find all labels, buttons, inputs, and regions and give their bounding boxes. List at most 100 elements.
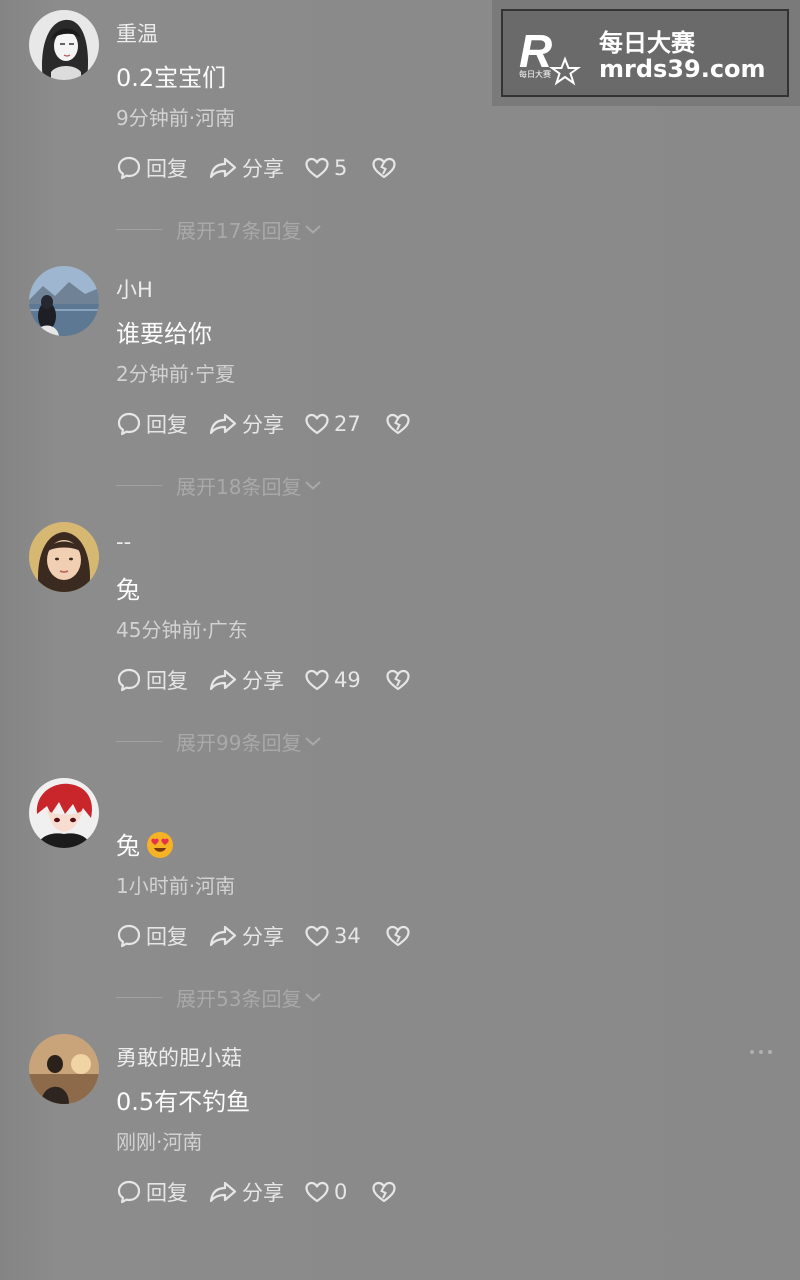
broken-heart-icon <box>372 1181 396 1203</box>
divider-line <box>116 484 162 486</box>
dislike-button[interactable] <box>385 924 415 948</box>
avatar[interactable] <box>29 1034 99 1104</box>
like-count: 27 <box>334 412 361 436</box>
comment-meta: 9分钟前·河南 <box>116 106 236 130</box>
reply-button[interactable]: 回复 <box>116 409 188 439</box>
like-button[interactable]: 5 <box>304 156 347 180</box>
share-button[interactable]: 分享 <box>208 665 284 695</box>
broken-heart-icon <box>386 413 410 435</box>
heart-icon <box>305 1181 329 1203</box>
like-button[interactable]: 0 <box>304 1180 347 1204</box>
dislike-button[interactable] <box>371 1180 401 1204</box>
like-count: 34 <box>334 924 361 948</box>
avatar-image-lake-photo <box>29 266 99 336</box>
action-bar: 回复 分享 27 <box>116 409 435 439</box>
chevron-down-icon <box>305 481 322 490</box>
watermark-banner: R 每日大赛 每日大赛 mrds39.com <box>492 0 800 106</box>
logo-subtext: 每日大赛 <box>519 69 551 79</box>
watermark-url: mrds39.com <box>599 55 766 83</box>
dislike-button[interactable] <box>371 156 401 180</box>
share-label: 分享 <box>242 413 284 437</box>
like-button[interactable]: 27 <box>304 412 361 436</box>
avatar-image-face-photo <box>29 522 99 592</box>
expand-replies-label: 展开99条回复 <box>176 730 302 755</box>
watermark-logo: R 每日大赛 <box>519 25 582 86</box>
action-bar: 回复 分享 0 <box>116 1177 421 1207</box>
chevron-down-icon <box>305 225 322 234</box>
like-button[interactable]: 49 <box>304 668 361 692</box>
reply-label: 回复 <box>146 925 188 949</box>
avatar-image-anime-boy <box>29 778 99 848</box>
comment-text: 0.5有不钓鱼 <box>116 1088 251 1116</box>
username[interactable]: 勇敢的胆小菇 <box>116 1042 242 1072</box>
dislike-button[interactable] <box>385 412 415 436</box>
comment-meta: 45分钟前·广东 <box>116 618 248 642</box>
comment-text: 兔 <box>116 576 140 604</box>
username[interactable]: 小H <box>116 274 153 304</box>
reply-button[interactable]: 回复 <box>116 153 188 183</box>
reply-label: 回复 <box>146 413 188 437</box>
heart-icon <box>305 669 329 691</box>
share-arrow-icon <box>209 157 237 179</box>
avatar-image-sunset-photo <box>29 1034 99 1104</box>
divider-line <box>116 228 162 230</box>
expand-replies-button[interactable]: 展开17条回复 <box>116 214 322 244</box>
expand-replies-button[interactable]: 展开53条回复 <box>116 982 322 1012</box>
share-button[interactable]: 分享 <box>208 1177 284 1207</box>
username[interactable]: -- <box>116 530 131 554</box>
divider-line <box>116 740 162 742</box>
share-label: 分享 <box>242 157 284 181</box>
comment-meta: 1小时前·河南 <box>116 874 236 898</box>
avatar[interactable] <box>29 266 99 336</box>
divider-line <box>116 996 162 998</box>
share-arrow-icon <box>209 413 237 435</box>
heart-icon <box>305 157 329 179</box>
speech-bubble-icon <box>117 156 141 180</box>
avatar[interactable] <box>29 522 99 592</box>
share-button[interactable]: 分享 <box>208 409 284 439</box>
share-label: 分享 <box>242 925 284 949</box>
broken-heart-icon <box>386 669 410 691</box>
expand-replies-label: 展开18条回复 <box>176 474 302 499</box>
like-count: 5 <box>334 156 348 180</box>
reply-button[interactable]: 回复 <box>116 1177 188 1207</box>
action-bar: 回复 分享 5 <box>116 153 421 183</box>
expand-replies-button[interactable]: 展开99条回复 <box>116 726 322 756</box>
comment-item: 勇敢的胆小菇 0.5有不钓鱼 刚刚·河南 回复 分享 0 <box>0 1024 800 1280</box>
like-button[interactable]: 34 <box>304 924 361 948</box>
speech-bubble-icon <box>117 412 141 436</box>
share-arrow-icon <box>209 1181 237 1203</box>
dot <box>750 1050 754 1054</box>
share-button[interactable]: 分享 <box>208 921 284 951</box>
share-label: 分享 <box>242 669 284 693</box>
speech-bubble-icon <box>117 1180 141 1204</box>
action-bar: 回复 分享 49 <box>116 665 435 695</box>
more-dots-icon[interactable] <box>750 1050 772 1054</box>
share-button[interactable]: 分享 <box>208 153 284 183</box>
reply-button[interactable]: 回复 <box>116 921 188 951</box>
reply-button[interactable]: 回复 <box>116 665 188 695</box>
reply-label: 回复 <box>146 1181 188 1205</box>
expand-replies-label: 展开17条回复 <box>176 218 302 243</box>
username[interactable]: 重温 <box>116 18 158 48</box>
broken-heart-icon <box>372 157 396 179</box>
comment-text: 0.2宝宝们 <box>116 64 227 92</box>
chevron-down-icon <box>305 993 322 1002</box>
comment-text: 兔 <box>116 826 174 861</box>
comment-item: -- 兔 45分钟前·广东 回复 分享 49 展开99条回复 <box>0 512 800 768</box>
heart-icon <box>305 413 329 435</box>
avatar[interactable] <box>29 778 99 848</box>
broken-heart-icon <box>386 925 410 947</box>
like-count: 49 <box>334 668 361 692</box>
reply-label: 回复 <box>146 157 188 181</box>
comment-item: 兔 1小时前·河南 回复 分享 34 展开53条回复 <box>0 768 800 1024</box>
expand-replies-button[interactable]: 展开18条回复 <box>116 470 322 500</box>
reply-label: 回复 <box>146 669 188 693</box>
comment-meta: 刚刚·河南 <box>116 1130 203 1154</box>
comment-meta: 2分钟前·宁夏 <box>116 362 236 386</box>
dislike-button[interactable] <box>385 668 415 692</box>
heart-icon <box>305 925 329 947</box>
expand-replies-label: 展开53条回复 <box>176 986 302 1011</box>
speech-bubble-icon <box>117 924 141 948</box>
avatar[interactable] <box>29 10 99 80</box>
